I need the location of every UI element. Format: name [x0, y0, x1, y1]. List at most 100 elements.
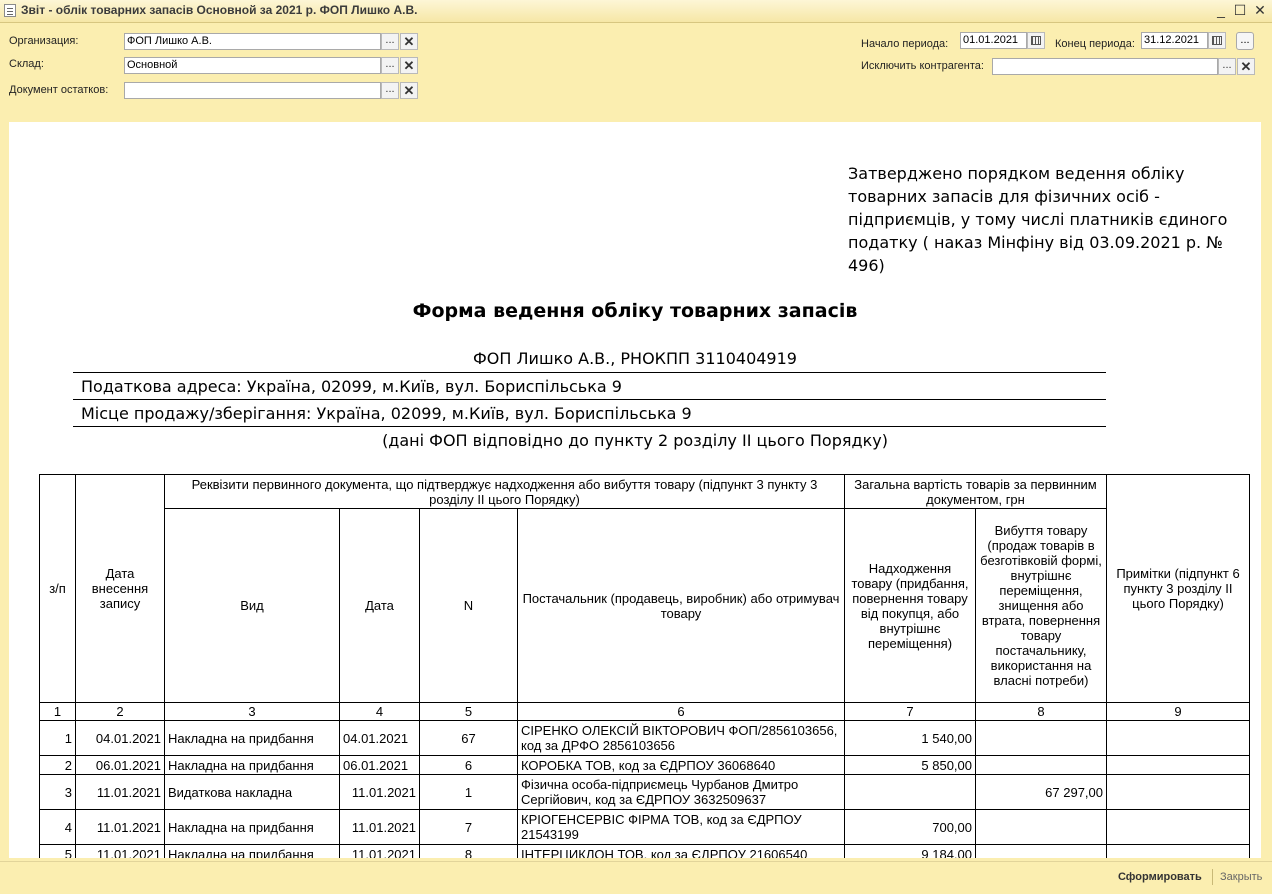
cell-date: 06.01.2021 — [75, 755, 165, 775]
cell-supplier: Фізична особа-підприємець Чурбанов Дмитр… — [517, 774, 845, 810]
column-number: 5 — [419, 702, 518, 721]
header-total-value: Загальна вартість товарів за первинним д… — [844, 474, 1107, 509]
cell-kind: Накладна на придбання — [164, 755, 340, 775]
close-window-button[interactable]: ✕ — [1251, 2, 1269, 19]
cell-notes — [1106, 755, 1250, 775]
data-note: (дані ФОП відповідно до пункту 2 розділу… — [382, 431, 888, 450]
table-row[interactable]: 2 06.01.2021 Накладна на придбання 06.01… — [39, 755, 1250, 775]
period-start-field[interactable]: 01.01.2021 — [960, 32, 1027, 49]
cell-doc-number: 6 — [419, 755, 518, 775]
balance-document-label: Документ остатков: — [9, 84, 109, 96]
column-number: 7 — [844, 702, 976, 721]
cell-date: 04.01.2021 — [75, 720, 165, 756]
header-notes: Примітки (підпункт 6 пункту 3 розділу ІІ… — [1106, 474, 1250, 703]
close-button[interactable]: Закрыть — [1220, 871, 1262, 883]
cell-incoming: 1 540,00 — [844, 720, 976, 756]
divider — [73, 399, 1106, 400]
header-document-date: Дата — [339, 508, 420, 703]
divider — [73, 372, 1106, 373]
cell-doc-number: 1 — [419, 774, 518, 810]
report-sheet[interactable]: Затверджено порядком ведення обліку това… — [9, 122, 1261, 858]
header-document-requisites: Реквізити первинного документа, що підтв… — [164, 474, 845, 509]
cell-supplier: КОРОБКА ТОВ, код за ЄДРПОУ 36068640 — [517, 755, 845, 775]
balance-document-clear-button[interactable]: ✕ — [400, 82, 418, 99]
cell-doc-date: 11.01.2021 — [339, 809, 420, 845]
cell-outgoing — [975, 755, 1107, 775]
sale-place: Місце продажу/зберігання: Україна, 02099… — [81, 404, 692, 423]
header-number: N — [419, 508, 518, 703]
organization-field[interactable]: ФОП Лишко А.В. — [124, 33, 381, 50]
toolbar-separator — [1212, 869, 1213, 885]
exclude-counterparty-field[interactable] — [992, 58, 1218, 75]
cell-num: 3 — [39, 774, 76, 810]
header-row-number: з/п — [39, 474, 76, 703]
header-entry-date: Дата внесення запису — [75, 474, 165, 703]
generate-button[interactable]: Сформировать — [1118, 871, 1202, 883]
table-row[interactable]: 4 11.01.2021 Накладна на придбання 11.01… — [39, 809, 1250, 845]
cell-supplier: КРІОГЕНСЕРВІС ФІРМА ТОВ, код за ЄДРПОУ 2… — [517, 809, 845, 845]
cell-num: 2 — [39, 755, 76, 775]
period-start-calendar-button[interactable] — [1027, 32, 1045, 49]
exclude-counterparty-label: Исключить контрагента: — [861, 60, 984, 72]
column-number: 9 — [1106, 702, 1250, 721]
divider — [73, 426, 1106, 427]
cell-date: 11.01.2021 — [75, 844, 165, 858]
table-row[interactable]: 1 04.01.2021 Накладна на придбання 04.01… — [39, 720, 1250, 756]
cell-doc-number: 8 — [419, 844, 518, 858]
header-incoming: Надходження товару (придбання, поверненн… — [844, 508, 976, 703]
inventory-table: з/п Дата внесення запису Реквізити перви… — [39, 474, 1250, 858]
cell-notes — [1106, 720, 1250, 756]
window-titlebar: Звіт - облік товарних запасів Основной з… — [0, 0, 1272, 23]
window-title: Звіт - облік товарних запасів Основной з… — [21, 3, 418, 17]
table-row[interactable]: 5 11.01.2021 Накладна на придбання 11.01… — [39, 844, 1250, 858]
organization-label: Организация: — [9, 35, 79, 47]
cell-doc-date: 11.01.2021 — [339, 844, 420, 858]
cell-outgoing — [975, 809, 1107, 845]
cell-incoming: 9 184,00 — [844, 844, 976, 858]
header-kind: Вид — [164, 508, 340, 703]
period-end-calendar-button[interactable] — [1208, 32, 1226, 49]
cell-doc-number: 67 — [419, 720, 518, 756]
cell-notes — [1106, 774, 1250, 810]
bottom-toolbar: Сформировать Закрыть — [0, 861, 1272, 894]
cell-kind: Видаткова накладна — [164, 774, 340, 810]
column-number: 8 — [975, 702, 1107, 721]
header-outgoing: Вибуття товару (продаж товарів в безготі… — [975, 508, 1107, 703]
period-end-field[interactable]: 31.12.2021 — [1141, 32, 1208, 49]
fop-name: ФОП Лишко А.В., РНОКПП 3110404919 — [473, 349, 797, 368]
cell-num: 4 — [39, 809, 76, 845]
warehouse-field[interactable]: Основной — [124, 57, 381, 74]
column-number: 1 — [39, 702, 76, 721]
period-start-label: Начало периода: — [861, 38, 949, 50]
cell-incoming — [844, 774, 976, 810]
approval-note: Затверджено порядком ведення обліку това… — [848, 164, 1228, 275]
minimize-button[interactable]: _ — [1212, 2, 1230, 19]
calendar-icon — [1031, 36, 1041, 45]
cell-kind: Накладна на придбання — [164, 809, 340, 845]
balance-document-select-button[interactable]: ... — [381, 82, 399, 99]
column-number: 3 — [164, 702, 340, 721]
column-number: 4 — [339, 702, 420, 721]
cell-notes — [1106, 844, 1250, 858]
column-numbers-row: 1 2 3 4 5 6 7 8 9 — [39, 702, 1250, 721]
warehouse-select-button[interactable]: ... — [381, 57, 399, 74]
maximize-button[interactable]: ☐ — [1231, 2, 1249, 19]
exclude-counterparty-select-button[interactable]: ... — [1218, 58, 1236, 75]
cell-kind: Накладна на придбання — [164, 720, 340, 756]
cell-num: 5 — [39, 844, 76, 858]
organization-clear-button[interactable]: ✕ — [400, 33, 418, 50]
period-settings-button[interactable]: ... — [1236, 32, 1254, 50]
document-icon — [4, 4, 16, 17]
cell-date: 11.01.2021 — [75, 809, 165, 845]
header-supplier: Постачальник (продавець, виробник) або о… — [517, 508, 845, 703]
cell-doc-date: 11.01.2021 — [339, 774, 420, 810]
warehouse-label: Склад: — [9, 58, 44, 70]
tax-address: Податкова адреса: Україна, 02099, м.Київ… — [81, 377, 622, 396]
table-row[interactable]: 3 11.01.2021 Видаткова накладна 11.01.20… — [39, 774, 1250, 810]
balance-document-field[interactable] — [124, 82, 381, 99]
cell-num: 1 — [39, 720, 76, 756]
organization-select-button[interactable]: ... — [381, 33, 399, 50]
cell-outgoing — [975, 844, 1107, 858]
exclude-counterparty-clear-button[interactable]: ✕ — [1237, 58, 1255, 75]
warehouse-clear-button[interactable]: ✕ — [400, 57, 418, 74]
